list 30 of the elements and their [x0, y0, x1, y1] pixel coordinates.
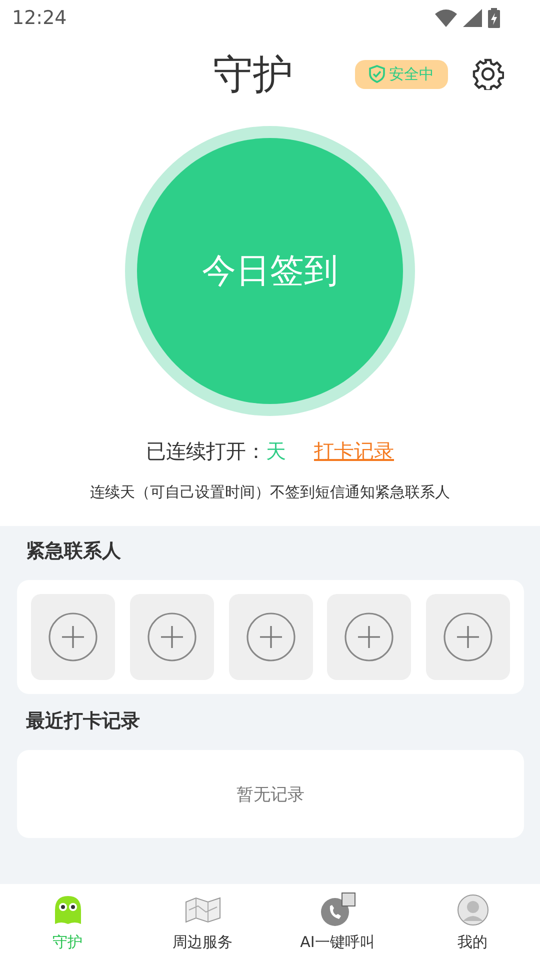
- safety-status-badge: 安全中: [355, 60, 448, 88]
- nav-tab[interactable]: AI一键呼叫: [270, 884, 405, 960]
- phone-call-icon: [320, 892, 356, 928]
- add-contact-button[interactable]: [31, 594, 115, 680]
- add-icon: [246, 612, 296, 662]
- add-icon: [146, 612, 197, 662]
- add-icon: [48, 612, 98, 662]
- notice-text: 连续天（可自己设置时间）不签到短信通知紧急联系人: [90, 483, 450, 502]
- settings-icon[interactable]: [472, 58, 504, 90]
- map-icon: [184, 896, 222, 924]
- shield-check-icon: [369, 65, 385, 83]
- battery-icon: [488, 8, 500, 28]
- section-title: 紧急联系人: [26, 539, 122, 564]
- streak-label: 已连续打开：: [146, 438, 266, 465]
- streak-value: 天: [266, 438, 286, 465]
- add-contact-button[interactable]: [327, 594, 412, 680]
- add-icon: [443, 612, 493, 662]
- wifi-icon: [435, 9, 457, 27]
- section-title: 最近打卡记录: [26, 709, 141, 734]
- add-contact-button[interactable]: [228, 594, 312, 680]
- page-title: 守护: [213, 50, 293, 100]
- add-contact-button[interactable]: [426, 594, 510, 680]
- add-contact-button[interactable]: [130, 594, 214, 680]
- status-time: 12:24: [12, 7, 67, 29]
- nav-tab[interactable]: 周边服务: [135, 884, 270, 960]
- empty-text: 暂无记录: [236, 784, 304, 806]
- nav-tab[interactable]: 我的: [405, 884, 540, 960]
- add-icon: [344, 612, 394, 662]
- avatar-icon: [456, 894, 488, 926]
- signal-icon: [463, 9, 482, 27]
